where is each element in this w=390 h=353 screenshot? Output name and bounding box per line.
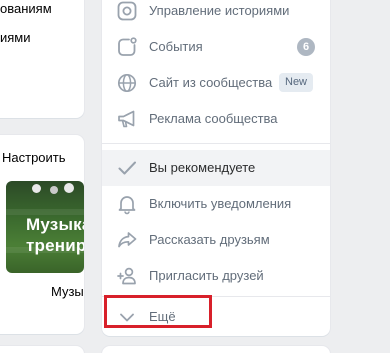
menu-item-invite-friends[interactable]: Пригласить друзей: [102, 258, 330, 294]
menu-item-tell-friends[interactable]: Рассказать друзьям: [102, 222, 330, 258]
left-nav-text-2[interactable]: иями: [0, 30, 31, 45]
thumb-ball: [50, 186, 58, 194]
menu-item-community-site[interactable]: Сайт из сообщества New: [102, 65, 330, 101]
highlight-box: [104, 295, 212, 328]
menu-divider: [102, 143, 330, 144]
menu-item-label: Рассказать друзьям: [149, 232, 270, 247]
menu-item-label: Реклама сообщества: [149, 111, 278, 126]
new-badge: New: [279, 73, 314, 92]
megaphone-icon: [116, 108, 138, 130]
globe-icon: [116, 72, 138, 94]
menu-item-manage-stories[interactable]: Управление историями: [102, 0, 330, 29]
events-count-badge: 6: [297, 38, 315, 56]
menu-item-label: Вы рекомендуете: [149, 160, 256, 175]
stories-icon: [116, 0, 138, 22]
menu-item-label: Пригласить друзей: [149, 268, 264, 283]
page: ованиям иями Настроить Музыка тренир Муз…: [0, 0, 390, 353]
community-actions-menu: Управление историями События 6 Сайт из с…: [102, 0, 330, 336]
next-left-card: [0, 346, 84, 353]
menu-item-label: Управление историями: [149, 3, 290, 18]
thumb-ball: [64, 183, 74, 193]
events-icon: [116, 36, 138, 58]
menu-item-label: Сайт из сообщества: [149, 75, 273, 90]
share-icon: [116, 229, 138, 251]
recommendations-card: Настроить Музыка тренир Музы: [0, 135, 84, 334]
thumb-ball: [32, 184, 41, 193]
configure-link[interactable]: Настроить: [2, 150, 66, 165]
thumb-caption[interactable]: Музы: [51, 284, 84, 299]
bell-icon: [116, 193, 138, 215]
menu-item-events[interactable]: События 6: [102, 29, 330, 65]
menu-item-label: Включить уведомления: [149, 196, 292, 211]
recommendation-thumbnail[interactable]: Музыка тренир: [6, 181, 84, 273]
thumb-title-line1: Музыка: [26, 215, 84, 234]
check-icon: [116, 157, 138, 179]
next-card: [102, 346, 330, 353]
menu-item-enable-notifications[interactable]: Включить уведомления: [102, 186, 330, 222]
left-nav-text-1[interactable]: ованиям: [0, 1, 52, 16]
menu-item-you-recommend[interactable]: Вы рекомендуете: [102, 150, 330, 186]
thumb-title-line2: тренир: [26, 236, 84, 255]
menu-item-label: События: [149, 39, 203, 54]
add-user-icon: [116, 265, 138, 287]
menu-item-community-ads[interactable]: Реклама сообщества: [102, 101, 330, 137]
left-nav-card: ованиям иями: [0, 0, 84, 118]
